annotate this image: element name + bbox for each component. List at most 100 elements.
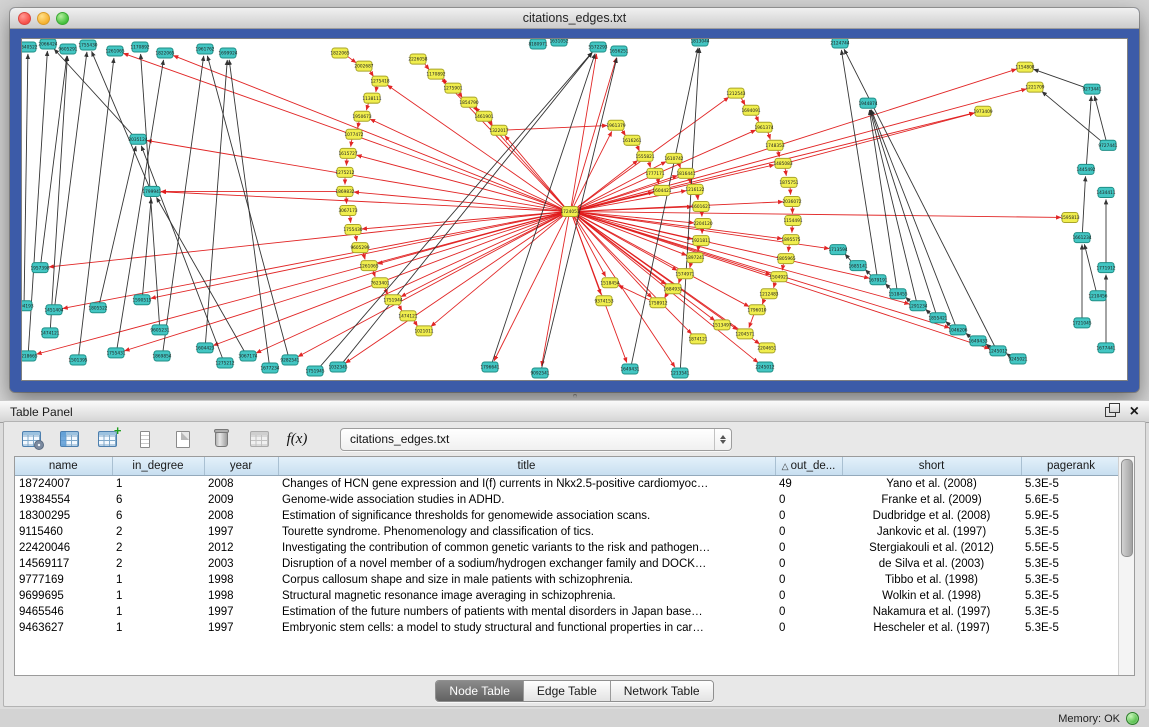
network-node[interactable]: 1218665 <box>22 351 38 361</box>
column-header-name[interactable]: name <box>15 457 112 476</box>
network-node[interactable]: 1649433 <box>968 336 987 346</box>
network-node[interactable]: 1212483 <box>759 289 778 299</box>
table-cell[interactable]: 0 <box>775 556 842 572</box>
table-cell[interactable]: 0 <box>775 620 842 636</box>
tab-node-table[interactable]: Node Table <box>436 681 523 701</box>
column-header-pagerank[interactable]: pagerank <box>1021 457 1121 476</box>
network-node[interactable]: 1854790 <box>459 97 478 107</box>
table-cell[interactable]: 6 <box>112 508 204 524</box>
network-node[interactable]: 1610742 <box>664 153 683 163</box>
table-cell[interactable]: 2 <box>112 540 204 556</box>
network-node[interactable]: 1474121 <box>40 328 59 338</box>
table-cell[interactable]: Yano et al. (2008) <box>842 476 1021 493</box>
table-cell[interactable]: Disruption of a novel member of a sodium… <box>278 556 775 572</box>
network-node[interactable]: 1961374 <box>754 122 773 132</box>
network-node[interactable]: 1921811 <box>691 236 710 246</box>
network-node[interactable]: 1694091 <box>741 105 760 115</box>
network-node[interactable]: 1434411 <box>1096 187 1115 197</box>
network-node[interactable]: 1275212 <box>215 358 234 368</box>
network-node[interactable]: 1721045 <box>1072 318 1091 328</box>
table-cell[interactable]: 19384554 <box>15 492 112 508</box>
network-node[interactable]: 1777171 <box>645 168 664 178</box>
network-node[interactable]: 1961379 <box>606 120 625 130</box>
table-cell[interactable]: 5.3E-5 <box>1021 556 1121 572</box>
network-node[interactable]: 1755430 <box>343 225 362 235</box>
network-node[interactable]: 1574971 <box>675 269 694 279</box>
table-cell[interactable]: Tourette syndrome. Phenomenology and cla… <box>278 524 775 540</box>
table-cell[interactable]: 1 <box>112 476 204 493</box>
table-cell[interactable]: 1 <box>112 588 204 604</box>
table-mode-icon[interactable] <box>16 426 46 452</box>
show-columns-icon[interactable] <box>54 426 84 452</box>
network-node[interactable]: 1875751 <box>779 177 798 187</box>
table-cell[interactable]: 0 <box>775 588 842 604</box>
network-node[interactable]: 9605231 <box>150 325 169 335</box>
network-node[interactable]: 1154491 <box>783 216 802 226</box>
network-node[interactable]: 3067173 <box>338 205 357 215</box>
table-cell[interactable]: 0 <box>775 604 842 620</box>
table-cell[interactable]: 18300295 <box>15 508 112 524</box>
network-node[interactable]: 2066424 <box>38 39 57 49</box>
network-node[interactable]: 1204571 <box>735 329 754 339</box>
table-cell[interactable]: 0 <box>775 540 842 556</box>
table-row[interactable]: 977716911998Corpus callosum shape and si… <box>15 572 1121 588</box>
network-node[interactable]: 1755431 <box>106 348 125 358</box>
table-cell[interactable]: Tibbo et al. (1998) <box>842 572 1021 588</box>
close-panel-icon[interactable]: × <box>1130 404 1139 420</box>
network-node[interactable]: 1677234 <box>260 363 279 373</box>
network-node[interactable]: 1649431 <box>620 364 639 374</box>
table-cell[interactable]: 5.5E-5 <box>1021 540 1121 556</box>
network-node[interactable]: 1213541 <box>670 368 689 378</box>
column-header-in-degree[interactable]: in_degree <box>112 457 204 476</box>
network-canvas[interactable]: 1724051182206520026871275418113811119506… <box>21 38 1128 381</box>
network-node[interactable]: 1874121 <box>688 334 707 344</box>
network-node[interactable]: 9282541 <box>280 355 299 365</box>
table-cell[interactable]: 5.3E-5 <box>1021 572 1121 588</box>
network-node[interactable]: 1216122 <box>685 184 704 194</box>
network-node[interactable]: 1869832 <box>335 186 354 196</box>
network-node[interactable]: 1895575 <box>781 235 800 245</box>
network-node[interactable]: 1291234 <box>908 301 927 311</box>
network-node[interactable]: 2245012 <box>755 362 774 372</box>
network-node[interactable]: 1897241 <box>685 253 704 263</box>
table-cell[interactable]: 9699695 <box>15 588 112 604</box>
network-node[interactable]: 1813044 <box>690 39 709 46</box>
table-cell[interactable]: 18724007 <box>15 476 112 493</box>
table-cell[interactable]: 0 <box>775 524 842 540</box>
table-cell[interactable]: 1998 <box>204 572 278 588</box>
network-node[interactable]: 2204120 <box>693 219 712 229</box>
table-cell[interactable]: 1 <box>112 620 204 636</box>
table-cell[interactable]: Dudbridge et al. (2008) <box>842 508 1021 524</box>
network-node[interactable]: 1461901 <box>474 111 493 121</box>
network-node[interactable]: 1684931 <box>663 284 682 294</box>
network-node[interactable]: 2124744 <box>830 39 849 48</box>
network-node[interactable]: 9605299 <box>350 243 369 253</box>
table-cell[interactable]: 2008 <box>204 476 278 493</box>
table-cell[interactable]: 5.3E-5 <box>1021 620 1121 636</box>
network-node[interactable]: 1685141 <box>848 261 867 271</box>
table-cell[interactable]: 49 <box>775 476 842 493</box>
delete-table-icon[interactable] <box>206 426 236 452</box>
network-node[interactable]: 1046206 <box>948 325 967 335</box>
network-node[interactable]: 1604423 <box>195 343 214 353</box>
network-node[interactable]: 9605291 <box>58 44 77 54</box>
table-cell[interactable]: 2 <box>112 524 204 540</box>
import-table-icon[interactable] <box>244 426 274 452</box>
network-node[interactable]: 1748353 <box>765 140 784 150</box>
network-node[interactable]: 1796010 <box>747 305 766 315</box>
network-node[interactable]: 2226058 <box>408 54 427 64</box>
table-cell[interactable]: Franke et al. (2009) <box>842 492 1021 508</box>
table-cell[interactable]: Jankovic et al. (1997) <box>842 524 1021 540</box>
network-node[interactable]: 1799941 <box>142 186 161 196</box>
table-cell[interactable]: Hescheler et al. (1997) <box>842 620 1021 636</box>
table-cell[interactable]: Investigating the contribution of common… <box>278 540 775 556</box>
network-node[interactable]: 9092541 <box>530 368 549 378</box>
network-node[interactable]: 1822065 <box>330 48 349 58</box>
table-cell[interactable]: 2009 <box>204 492 278 508</box>
table-cell[interactable]: Wolkin et al. (1998) <box>842 588 1021 604</box>
new-column-icon[interactable] <box>92 426 122 452</box>
table-cell[interactable]: 1997 <box>204 604 278 620</box>
network-node[interactable]: 1501395 <box>68 355 87 365</box>
network-node[interactable]: 1261065 <box>105 46 124 56</box>
network-node[interactable]: 2035124 <box>128 134 147 144</box>
